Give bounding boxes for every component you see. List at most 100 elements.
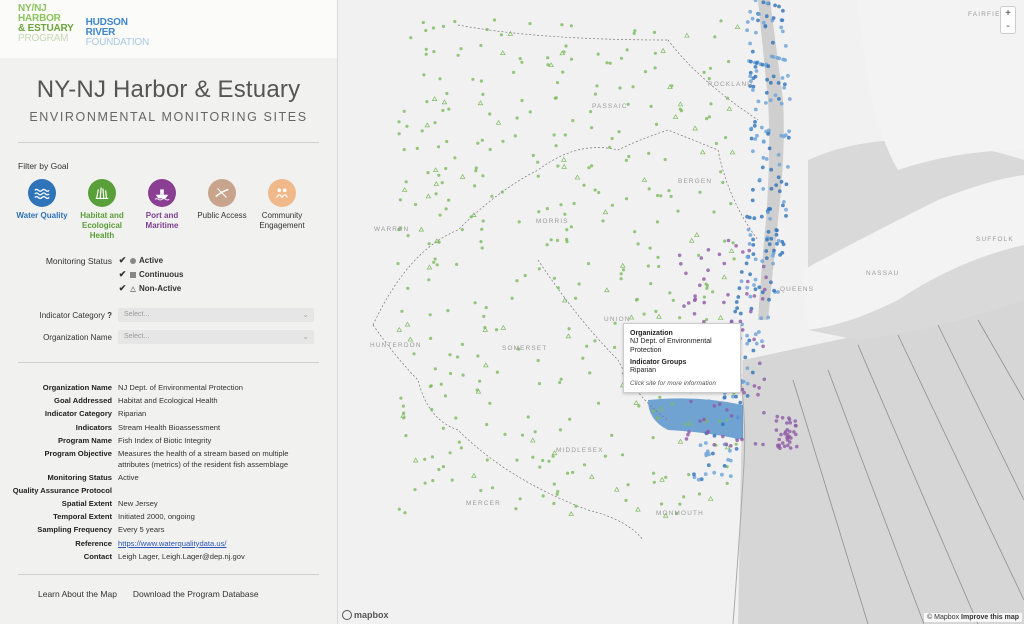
site-marker[interactable] xyxy=(608,61,612,65)
site-marker[interactable] xyxy=(748,233,753,237)
site-marker[interactable] xyxy=(772,288,776,293)
site-marker[interactable] xyxy=(722,261,727,266)
site-marker[interactable] xyxy=(564,44,568,48)
site-marker[interactable] xyxy=(546,56,550,60)
site-marker[interactable] xyxy=(460,342,464,346)
site-marker[interactable] xyxy=(404,321,411,327)
site-marker[interactable] xyxy=(783,133,788,138)
site-marker[interactable] xyxy=(613,345,617,349)
site-marker[interactable] xyxy=(477,100,484,106)
site-marker[interactable] xyxy=(436,145,441,149)
site-marker[interactable] xyxy=(780,76,785,80)
site-marker[interactable] xyxy=(479,240,483,244)
site-marker[interactable] xyxy=(794,432,798,437)
site-marker[interactable] xyxy=(753,120,757,124)
site-marker[interactable] xyxy=(667,189,671,193)
site-marker[interactable] xyxy=(725,481,729,485)
site-marker[interactable] xyxy=(734,300,739,304)
site-marker[interactable] xyxy=(523,273,527,278)
site-marker[interactable] xyxy=(552,482,556,486)
site-marker[interactable] xyxy=(734,394,738,399)
site-marker[interactable] xyxy=(696,477,701,482)
site-marker[interactable] xyxy=(774,232,779,237)
site-marker[interactable] xyxy=(787,129,791,134)
site-marker[interactable] xyxy=(446,309,450,313)
site-marker[interactable] xyxy=(788,420,792,425)
site-marker[interactable] xyxy=(764,157,769,161)
site-marker[interactable] xyxy=(764,90,769,95)
site-marker[interactable] xyxy=(774,228,779,232)
site-marker[interactable] xyxy=(473,301,477,305)
site-marker[interactable] xyxy=(731,241,735,245)
site-marker[interactable] xyxy=(712,433,717,438)
site-marker[interactable] xyxy=(473,184,477,188)
site-marker[interactable] xyxy=(785,421,789,425)
site-marker[interactable] xyxy=(780,250,785,255)
site-marker[interactable] xyxy=(642,312,646,316)
site-marker[interactable] xyxy=(596,401,601,405)
site-marker[interactable] xyxy=(495,370,499,374)
site-marker[interactable] xyxy=(480,246,484,250)
site-marker[interactable] xyxy=(707,495,714,501)
site-marker[interactable] xyxy=(547,459,551,463)
site-marker[interactable] xyxy=(751,76,756,80)
site-marker[interactable] xyxy=(693,294,697,298)
site-marker[interactable] xyxy=(728,474,733,478)
site-marker[interactable] xyxy=(420,129,424,133)
site-marker[interactable] xyxy=(686,301,691,305)
site-marker[interactable] xyxy=(692,125,698,131)
site-marker[interactable] xyxy=(533,430,537,434)
site-marker[interactable] xyxy=(768,80,773,85)
site-marker[interactable] xyxy=(654,122,659,126)
site-marker[interactable] xyxy=(670,402,674,406)
site-marker[interactable] xyxy=(759,125,764,130)
site-marker[interactable] xyxy=(756,99,761,104)
site-marker[interactable] xyxy=(621,268,626,272)
site-marker[interactable] xyxy=(689,399,693,404)
site-marker[interactable] xyxy=(727,59,731,64)
site-marker[interactable] xyxy=(554,96,558,100)
site-marker[interactable] xyxy=(441,24,446,28)
site-marker[interactable] xyxy=(422,73,426,77)
site-marker[interactable] xyxy=(480,227,484,231)
site-marker[interactable] xyxy=(751,149,755,154)
site-marker[interactable] xyxy=(537,210,541,214)
site-marker[interactable] xyxy=(624,158,628,162)
site-marker[interactable] xyxy=(619,272,623,276)
site-marker[interactable] xyxy=(697,253,701,257)
site-marker[interactable] xyxy=(764,101,768,105)
site-marker[interactable] xyxy=(500,324,507,330)
site-marker[interactable] xyxy=(569,57,574,61)
site-marker[interactable] xyxy=(704,453,709,458)
site-marker[interactable] xyxy=(610,136,614,141)
site-marker[interactable] xyxy=(577,282,581,286)
site-marker[interactable] xyxy=(656,255,660,259)
site-marker[interactable] xyxy=(711,290,715,294)
site-marker[interactable] xyxy=(787,97,792,101)
site-marker[interactable] xyxy=(752,283,756,287)
site-marker[interactable] xyxy=(652,471,656,475)
site-marker[interactable] xyxy=(763,24,768,28)
site-marker[interactable] xyxy=(795,444,799,449)
site-marker[interactable] xyxy=(401,187,408,192)
site-marker[interactable] xyxy=(748,74,753,79)
site-marker[interactable] xyxy=(536,160,540,164)
site-marker[interactable] xyxy=(441,108,445,113)
site-marker[interactable] xyxy=(686,432,690,437)
site-marker[interactable] xyxy=(762,377,767,382)
site-marker[interactable] xyxy=(537,382,542,386)
site-marker[interactable] xyxy=(398,198,402,202)
site-marker[interactable] xyxy=(784,182,789,187)
site-marker[interactable] xyxy=(751,187,755,192)
site-marker[interactable] xyxy=(717,252,722,257)
site-marker[interactable] xyxy=(517,220,521,224)
site-marker[interactable] xyxy=(765,1,770,6)
site-marker[interactable] xyxy=(703,472,708,476)
site-marker[interactable] xyxy=(652,480,656,484)
site-marker[interactable] xyxy=(619,277,623,281)
site-marker[interactable] xyxy=(620,453,625,457)
site-marker[interactable] xyxy=(737,415,741,420)
site-marker[interactable] xyxy=(757,285,762,290)
site-marker[interactable] xyxy=(786,73,790,78)
site-marker[interactable] xyxy=(414,202,418,207)
